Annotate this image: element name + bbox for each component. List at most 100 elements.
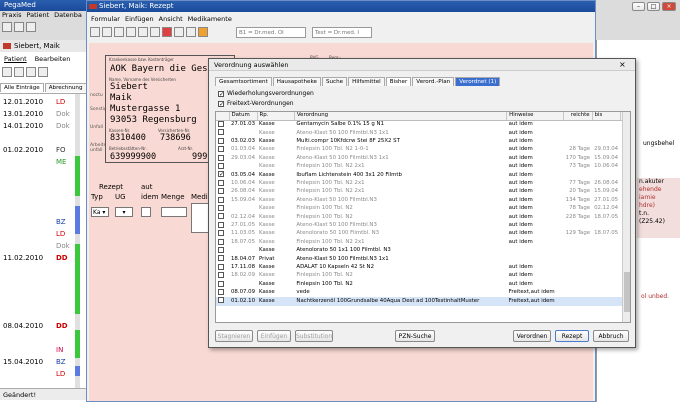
option-freitext[interactable]: ✓ Freitext-Verordnungen [218,100,294,107]
substitution-button[interactable]: Substitution [295,330,333,342]
row-checkbox[interactable] [218,213,224,220]
table-row[interactable]: 15.09.04 Kasse Ateno-Klast 50 100 Filmtbl.… [216,196,630,205]
row-checkbox[interactable] [218,129,224,136]
checkbox-cell[interactable] [216,280,229,289]
row-checkbox[interactable] [218,137,224,144]
menu-medikamente[interactable]: Medikamente [188,15,232,23]
entry-row[interactable]: 15.04.2010 BZ [3,356,66,369]
patient-tool-4[interactable] [38,67,48,77]
table-row[interactable]: 18.02.09 Kasse Finlepsin 100 Tbl. N2 aut id… [216,272,630,280]
doctor-combo-2[interactable]: Test = Dr.med. I [312,27,372,38]
freitext-checkbox[interactable]: ✓ [218,100,224,107]
row-checkbox[interactable] [218,146,224,153]
table-row[interactable]: Kasse Finlepsin 100 Tbl. N2 aut idem 78 Tag… [216,204,630,213]
table-row[interactable]: 01.03.04 Kasse Finlepsin 100 Tbl. N2 1-0-1… [216,146,630,154]
tab-abrechnung[interactable]: Abrechnung [44,83,87,92]
table-row[interactable]: 29.03.04 Kasse Ateno-Klast 50 100 Filmtbl.… [216,154,630,163]
tab-suche[interactable]: Suche [321,77,348,86]
menu-formular[interactable]: Formular [91,15,120,23]
entry-row[interactable]: 11.02.2010 DD [3,252,68,265]
row-checkbox[interactable] [218,120,224,127]
close-button[interactable]: × [662,2,676,11]
row-checkbox[interactable] [218,272,224,279]
entry-row[interactable]: LD [56,368,65,381]
tb-search-icon[interactable] [126,27,136,37]
tab-gesamtsortiment[interactable]: Gesamtsortiment [215,77,272,86]
tb-save-icon[interactable] [102,27,112,37]
table-row[interactable]: 01.02.10 Kasse Nachtkerzenöl 100Grundsalbe… [216,297,630,306]
row-checkbox[interactable]: ✓ [218,171,224,178]
option-wiederholung[interactable]: ✓ Wiederholungsverordnungen [218,90,314,97]
checkbox-cell[interactable] [216,179,229,188]
checkbox-cell[interactable] [216,297,229,305]
stagnieren-button[interactable]: Stagnieren [215,330,253,342]
checkbox-cell[interactable] [216,129,229,137]
entry-row[interactable]: 14.01.2010 Dok [3,120,70,133]
col-datum[interactable]: Datum [229,112,258,121]
checkbox-cell[interactable] [216,289,229,297]
col-reichte[interactable]: reichte [563,112,593,121]
row-checkbox[interactable] [218,263,224,270]
table-row[interactable]: ✓ 03.05.04 Kasse Ibuflam Lichtenstein 400 3… [216,171,630,179]
table-row[interactable]: 18.07.05 Kasse Finlepsin 100 Tbl. N2 2x1 au… [216,238,630,247]
checkbox-cell[interactable] [216,272,229,280]
einfuegen-button[interactable]: Einfügen [257,330,291,342]
tb-ne-icon[interactable] [162,27,172,37]
minimize-button[interactable]: – [632,2,645,11]
col-bis[interactable]: bis [592,112,621,121]
entry-row[interactable]: 08.04.2010 DD [3,320,68,333]
tab-bearbeiten[interactable]: Bearbeiten [35,55,71,63]
menu-ansicht[interactable]: Ansicht [159,15,183,23]
tab-bisher[interactable]: Bisher [385,77,412,86]
row-checkbox[interactable] [218,179,224,186]
col-rp[interactable]: Rp. [257,112,295,121]
checkbox-cell[interactable] [216,221,229,230]
doctor-combo-1[interactable]: B1 = Dr.med. Ol [236,27,306,38]
verordnen-button[interactable]: Verordnen [513,330,551,342]
table-row[interactable]: 03.02.03 Kasse Multi.compr 10Kfdcrw Stei 8… [216,137,630,146]
checkbox-cell[interactable]: ✓ [216,171,229,179]
patient-tool-1[interactable] [2,67,12,77]
aut-idem-box[interactable] [141,207,151,217]
patient-tool-2[interactable] [14,67,24,77]
row-checkbox[interactable] [218,247,224,253]
tb-open-icon[interactable] [90,27,100,37]
row-checkbox[interactable] [218,280,224,287]
table-row[interactable]: 18.04.07 Privat Ateno-Klast 50 100 Filmtbl… [216,255,630,263]
toolbar-icon-3[interactable] [26,22,36,32]
row-checkbox[interactable] [218,230,224,237]
row-checkbox[interactable] [218,188,224,195]
table-row[interactable]: 08.07.09 Kasse vede Freitext,aut idem [216,289,630,297]
table-row[interactable]: Kasse Atenolorato 50 1x1 100 Filmtbl. N3 [216,247,630,255]
row-checkbox[interactable] [218,238,224,245]
tb-zoom-icon[interactable] [138,27,148,37]
row-checkbox[interactable] [218,204,224,211]
pzn-suche-button[interactable]: PZN-Suche [395,330,435,342]
toolbar-icon-1[interactable] [2,22,12,32]
tab-patient[interactable]: Patient [4,55,27,63]
row-checkbox[interactable] [218,154,224,161]
table-row[interactable]: Kasse Ateno-Klast 50 100 Filmtbl.N3 1x1 au… [216,129,630,137]
row-checkbox[interactable] [218,221,224,228]
tab-hausapotheke[interactable]: Hausapotheke [272,77,321,86]
table-scrollbar[interactable] [622,112,630,322]
checkbox-cell[interactable] [216,137,229,146]
row-checkbox[interactable] [218,289,224,296]
table-row[interactable]: 11.03.05 Kasse Atenolorato 50 100 Filmtbl.… [216,230,630,238]
tab-hilfsmittel[interactable]: Hilfsmittel [348,77,385,86]
checkbox-cell[interactable] [216,255,229,263]
tab-verord-plan[interactable]: Verord.-Plan [412,77,455,86]
checkbox-cell[interactable] [216,154,229,163]
abbruch-button[interactable]: Abbruch [593,330,629,342]
entry-row[interactable]: 01.02.2010 FO [3,144,66,157]
checkbox-cell[interactable] [216,213,229,221]
checkbox-cell[interactable] [216,196,229,205]
menu-datenbank[interactable]: Datenba [54,11,82,19]
tab-alle-eintraege[interactable]: Alle Einträge [0,83,44,92]
table-row[interactable]: 17.11.08 Kasse ADALAT 10 Kapseln 42 St N2 a… [216,263,630,272]
row-checkbox[interactable] [218,196,224,203]
tb-print-icon[interactable] [114,27,124,37]
checkbox-cell[interactable] [216,204,229,213]
typ-select[interactable]: Ka ▾ [91,207,109,217]
entry-row[interactable]: ME [56,156,66,169]
